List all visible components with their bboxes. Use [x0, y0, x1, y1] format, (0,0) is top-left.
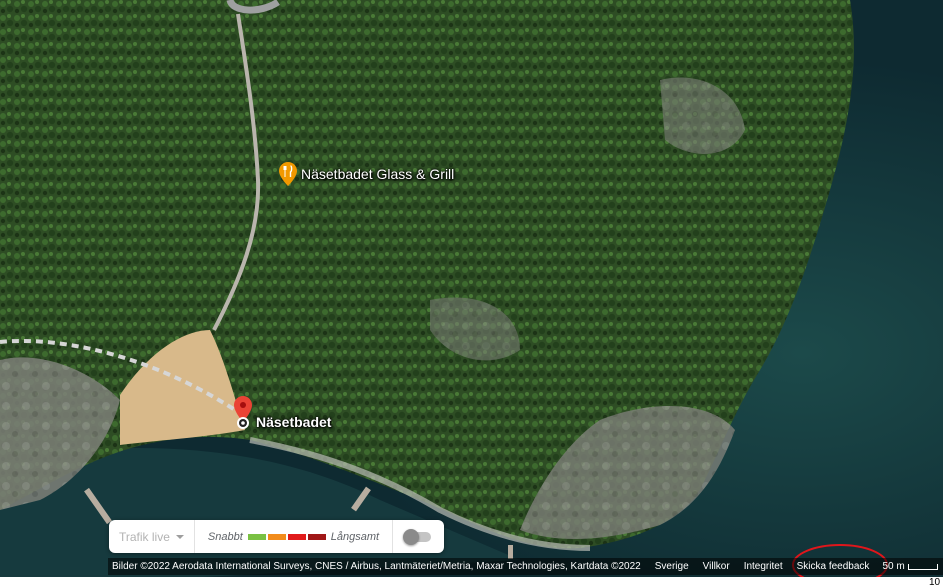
poi-restaurant[interactable]: Näsetbadet Glass & Grill	[279, 162, 454, 186]
scale-line	[907, 563, 938, 570]
beach-marker	[234, 396, 252, 434]
traffic-swatch-very-slow	[307, 533, 326, 540]
chevron-down-icon	[175, 534, 184, 539]
privacy-link[interactable]: Integritet	[737, 561, 790, 572]
poi-beach[interactable]: Näsetbadet	[234, 396, 331, 434]
traffic-live-dropdown[interactable]: Trafik live	[109, 520, 194, 553]
country-link[interactable]: Sverige	[648, 561, 696, 572]
pier	[508, 545, 513, 559]
page-below-map: 10	[0, 577, 943, 588]
satellite-map[interactable]	[0, 0, 943, 588]
traffic-live-label: Trafik live	[119, 529, 170, 544]
restaurant-pin-icon	[279, 162, 297, 186]
traffic-slow-label: Långsamt	[330, 530, 380, 543]
terms-link[interactable]: Villkor	[696, 561, 737, 572]
traffic-control: Trafik live Snabbt Långsamt	[109, 520, 444, 553]
traffic-swatch-fast	[247, 533, 266, 540]
beach-name: Näsetbadet	[256, 414, 332, 430]
location-dot-icon	[237, 417, 249, 429]
restaurant-name: Näsetbadet Glass & Grill	[301, 166, 455, 182]
toggle-knob	[403, 528, 420, 545]
traffic-legend: Snabbt Långsamt	[195, 520, 392, 553]
map-footer: Bilder ©2022 Aerodata International Surv…	[108, 558, 943, 575]
traffic-swatch-medium	[267, 533, 286, 540]
imagery-attribution: Bilder ©2022 Aerodata International Surv…	[112, 561, 641, 572]
toggle-track	[403, 528, 432, 545]
send-feedback-link[interactable]: Skicka feedback	[790, 561, 877, 572]
scale-label: 50 m	[882, 561, 905, 572]
traffic-fast-label: Snabbt	[207, 530, 243, 543]
cut-off-text: 10	[929, 577, 941, 588]
traffic-toggle[interactable]	[393, 520, 443, 553]
traffic-swatch-slow	[287, 533, 306, 540]
scale-bar[interactable]: 50 m	[876, 561, 938, 572]
